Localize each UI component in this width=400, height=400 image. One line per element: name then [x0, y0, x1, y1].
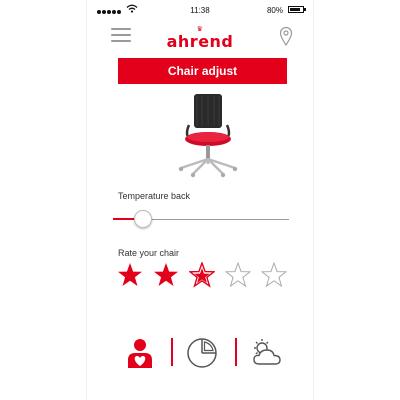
star-full-icon[interactable]: [117, 262, 143, 288]
star-full-icon[interactable]: [153, 262, 179, 288]
star-empty-icon[interactable]: [225, 262, 251, 288]
star-empty-icon[interactable]: [261, 262, 287, 288]
rating-label: Rate your chair: [118, 248, 180, 258]
battery-percentage: 80%: [266, 6, 283, 15]
pie-chart-icon[interactable]: [185, 336, 219, 370]
temperature-label: Temperature back: [118, 191, 191, 201]
app-header: ♛ ahrend: [87, 22, 313, 52]
phone-screen: 11:38 80% ♛ ahrend Chair adjust Temperat…: [86, 0, 314, 400]
chair-adjust-button[interactable]: Chair adjust: [118, 58, 287, 84]
tab-divider: [171, 338, 173, 366]
temperature-slider[interactable]: [113, 209, 289, 231]
office-chair-image: [178, 94, 238, 178]
tab-divider: [235, 338, 237, 366]
map-pin-icon[interactable]: [279, 26, 293, 46]
user-heart-icon[interactable]: [123, 336, 157, 370]
star-rating[interactable]: [117, 262, 297, 290]
battery-icon: [288, 6, 306, 13]
weather-cloud-sun-icon[interactable]: [249, 336, 283, 370]
logo-text: ahrend: [166, 32, 234, 51]
bottom-tab-bar: [87, 332, 313, 372]
slider-thumb[interactable]: [134, 210, 153, 228]
star-half-icon[interactable]: [189, 262, 215, 288]
status-bar: 11:38 80%: [87, 4, 313, 18]
